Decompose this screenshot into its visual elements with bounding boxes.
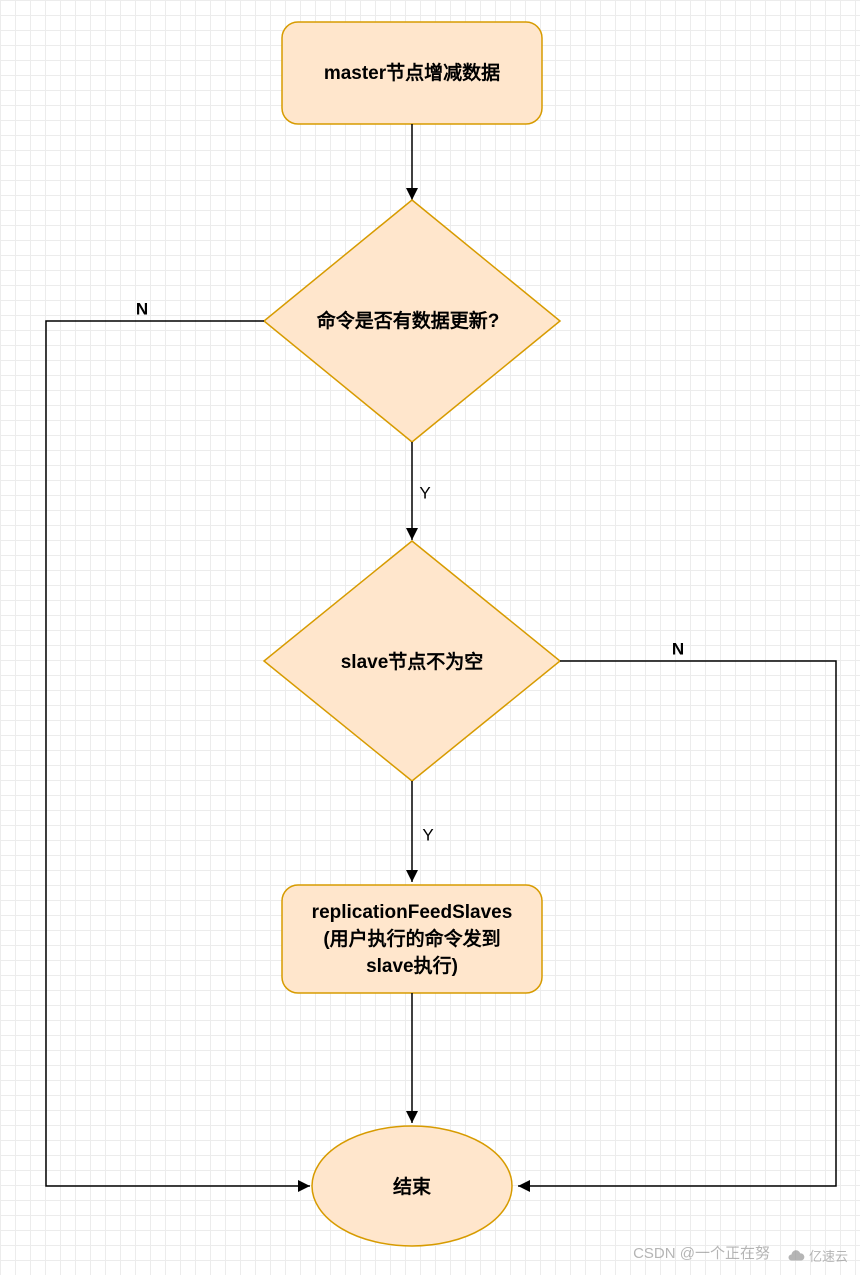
watermark-yisu: 亿速云 [787,1246,848,1265]
flowchart-canvas: master节点增减数据 命令是否有数据更新? N Y slave节点不为空 N… [0,0,860,1275]
watermark-csdn: CSDN @一个正在努 [633,1242,770,1263]
node-decision2-text: slave节点不为空 [341,650,484,673]
node-start-text: master节点增减数据 [324,61,500,84]
node-process2-line2: (用户执行的命令发到 [323,927,500,950]
edge-d2-no-label: N [672,639,684,658]
node-process2-line1: replicationFeedSlaves [312,902,513,923]
edge-d1-no [46,321,310,1186]
node-end-text: 结束 [393,1175,432,1198]
edge-d2-no [518,661,836,1186]
edge-d1-yes-label: Y [419,483,430,502]
node-decision1-text: 命令是否有数据更新? [317,309,500,332]
watermark-yisu-text: 亿速云 [809,1246,848,1265]
node-process2-line3: slave执行) [366,954,458,977]
cloud-icon [787,1247,805,1265]
edge-d2-yes-label: Y [422,825,433,844]
edge-d1-no-label: N [136,299,148,318]
